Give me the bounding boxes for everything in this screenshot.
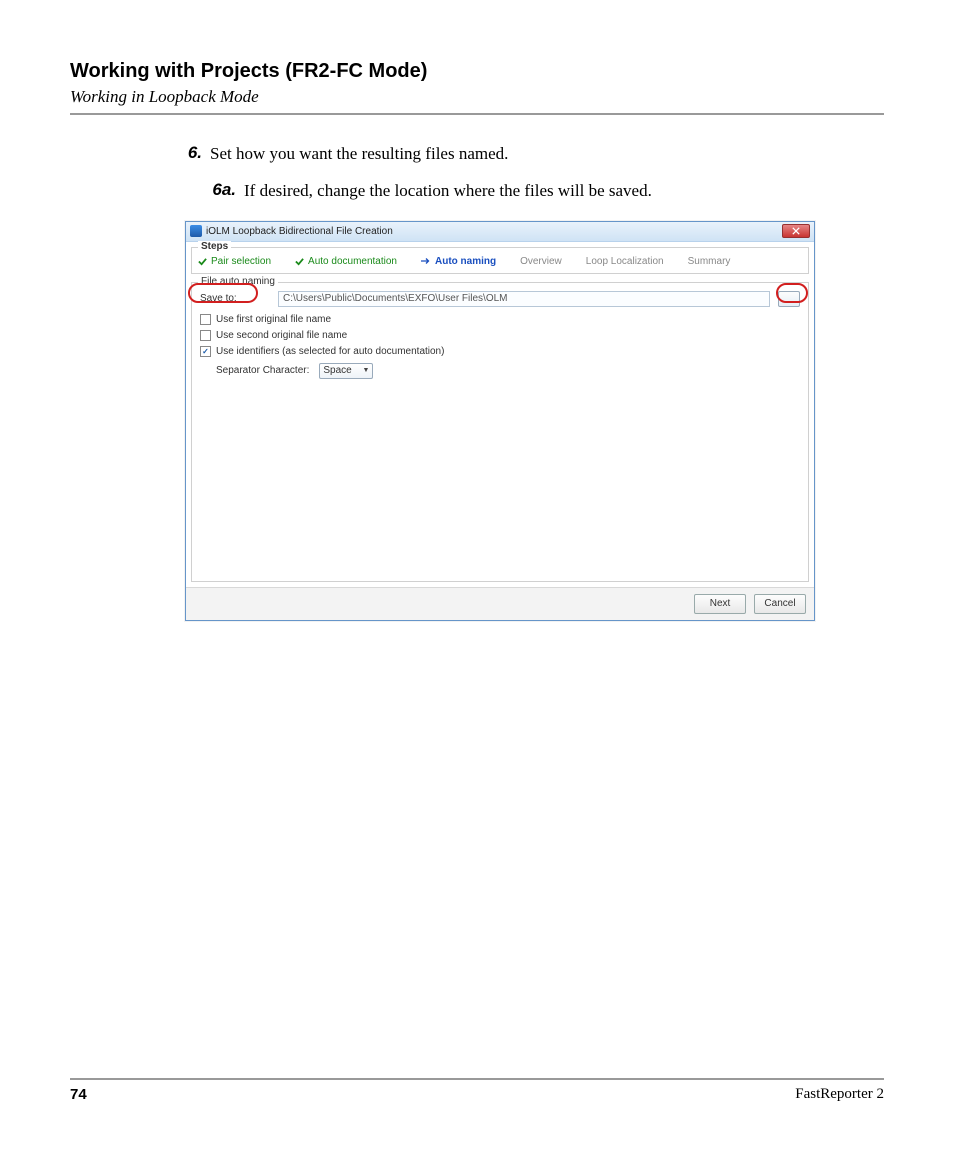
tab-label: Auto naming (435, 256, 496, 267)
cancel-button[interactable]: Cancel (754, 594, 806, 614)
step-text: Set how you want the resulting files nam… (210, 143, 508, 166)
checkbox-use-identifiers[interactable]: ✓ (200, 346, 211, 357)
dropdown-value: Space (323, 365, 351, 376)
checkbox-row-1: Use first original file name (200, 314, 800, 325)
tab-label: Auto documentation (308, 256, 397, 267)
checkbox-use-first[interactable] (200, 314, 211, 325)
button-bar: Next Cancel (186, 587, 814, 620)
separator-label: Separator Character: (216, 365, 309, 376)
arrow-right-icon (421, 257, 431, 265)
tab-auto-documentation[interactable]: Auto documentation (295, 256, 397, 267)
page-title: Working with Projects (FR2-FC Mode) (70, 60, 884, 83)
close-icon (792, 227, 800, 235)
app-icon (190, 225, 202, 237)
step-number: 6a. (210, 180, 244, 203)
step-text: If desired, change the location where th… (244, 180, 652, 203)
tab-loop-localization[interactable]: Loop Localization (586, 256, 664, 267)
save-to-row: Save to: ... (200, 289, 800, 309)
tab-overview[interactable]: Overview (520, 256, 562, 267)
tab-summary[interactable]: Summary (688, 256, 731, 267)
separator-row: Separator Character: Space ▼ (216, 363, 800, 379)
tab-auto-naming[interactable]: Auto naming (421, 256, 496, 267)
tab-pair-selection[interactable]: Pair selection (198, 256, 271, 267)
chevron-down-icon: ▼ (362, 367, 369, 374)
check-icon (198, 257, 207, 266)
product-name: FastReporter 2 (795, 1086, 884, 1103)
step-number: 6. (180, 143, 210, 166)
header-rule (70, 113, 884, 115)
checkbox-use-second[interactable] (200, 330, 211, 341)
steps-group-label: Steps (198, 241, 231, 252)
window-title: iOLM Loopback Bidirectional File Creatio… (206, 226, 782, 237)
next-button[interactable]: Next (694, 594, 746, 614)
save-to-label: Save to: (200, 293, 270, 304)
file-auto-naming-group: File auto naming Save to: ... Use first … (191, 282, 809, 582)
tab-label: Overview (520, 256, 562, 267)
step-list: 6. Set how you want the resulting files … (180, 143, 884, 203)
tab-label: Pair selection (211, 256, 271, 267)
checkbox-label: Use first original file name (216, 314, 331, 325)
check-icon (295, 257, 304, 266)
tab-label: Summary (688, 256, 731, 267)
tab-label: Loop Localization (586, 256, 664, 267)
browse-button[interactable]: ... (778, 291, 800, 307)
close-button[interactable] (782, 224, 810, 238)
checkbox-row-3: ✓ Use identifiers (as selected for auto … (200, 346, 800, 357)
group-label: File auto naming (198, 276, 278, 287)
step-6: 6. Set how you want the resulting files … (180, 143, 884, 166)
steps-bar: Steps Pair selection Auto documentation … (191, 247, 809, 274)
separator-dropdown[interactable]: Space ▼ (319, 363, 373, 379)
checkbox-label: Use second original file name (216, 330, 347, 341)
step-6a: 6a. If desired, change the location wher… (210, 180, 884, 203)
save-to-input[interactable] (278, 291, 770, 307)
page-footer: 74 FastReporter 2 (70, 1078, 884, 1103)
page-number: 74 (70, 1086, 87, 1103)
dialog-window: iOLM Loopback Bidirectional File Creatio… (185, 221, 815, 621)
titlebar: iOLM Loopback Bidirectional File Creatio… (186, 222, 814, 242)
checkbox-row-2: Use second original file name (200, 330, 800, 341)
checkbox-label: Use identifiers (as selected for auto do… (216, 346, 444, 357)
page-subtitle: Working in Loopback Mode (70, 87, 884, 107)
